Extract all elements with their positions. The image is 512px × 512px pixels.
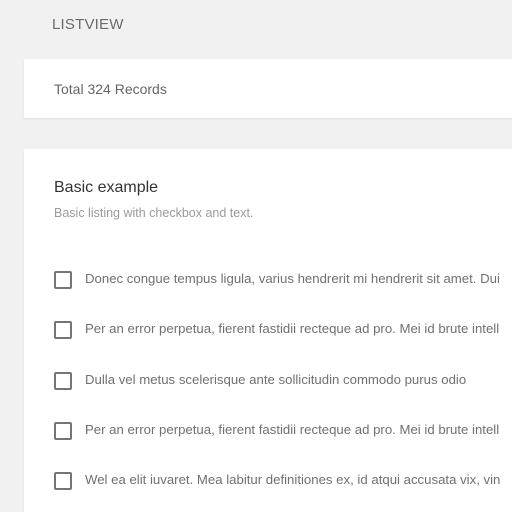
records-summary-card: Total 324 Records bbox=[24, 59, 512, 118]
checkbox[interactable] bbox=[54, 321, 72, 340]
listview-page: LISTVIEW Total 324 Records Basic example… bbox=[0, 0, 512, 512]
basic-example-card: Basic example Basic listing with checkbo… bbox=[24, 149, 512, 512]
records-count-text: Total 324 Records bbox=[54, 81, 167, 97]
list-item[interactable]: Per an error perpetua, fierent fastidii … bbox=[54, 420, 512, 470]
checkbox[interactable] bbox=[54, 371, 72, 390]
list-item-text: Dulla vel metus scelerisque ante sollici… bbox=[85, 371, 467, 387]
list-item-text: Per an error perpetua, fierent fastidii … bbox=[85, 321, 500, 337]
list-item-text: Wel ea elit iuvaret. Mea labitur definit… bbox=[85, 472, 501, 488]
checkbox[interactable] bbox=[54, 421, 72, 440]
list-item-text: Per an error perpetua, fierent fastidii … bbox=[85, 421, 500, 437]
list-item-text: Donec congue tempus ligula, varius hendr… bbox=[85, 271, 500, 286]
checkbox[interactable] bbox=[54, 271, 72, 289]
checkbox-list: Donec congue tempus ligula, varius hendr… bbox=[54, 269, 512, 512]
section-title: Basic example bbox=[54, 179, 159, 196]
list-item[interactable]: Dulla vel metus scelerisque ante sollici… bbox=[54, 370, 512, 420]
list-item[interactable]: Donec congue tempus ligula, varius hendr… bbox=[54, 269, 512, 319]
page-title: LISTVIEW bbox=[52, 16, 124, 33]
list-item[interactable]: Per an error perpetua, fierent fastidii … bbox=[54, 319, 512, 369]
checkbox[interactable] bbox=[54, 472, 72, 491]
section-subtitle: Basic listing with checkbox and text. bbox=[54, 206, 254, 220]
list-item[interactable]: Wel ea elit iuvaret. Mea labitur definit… bbox=[54, 470, 512, 512]
